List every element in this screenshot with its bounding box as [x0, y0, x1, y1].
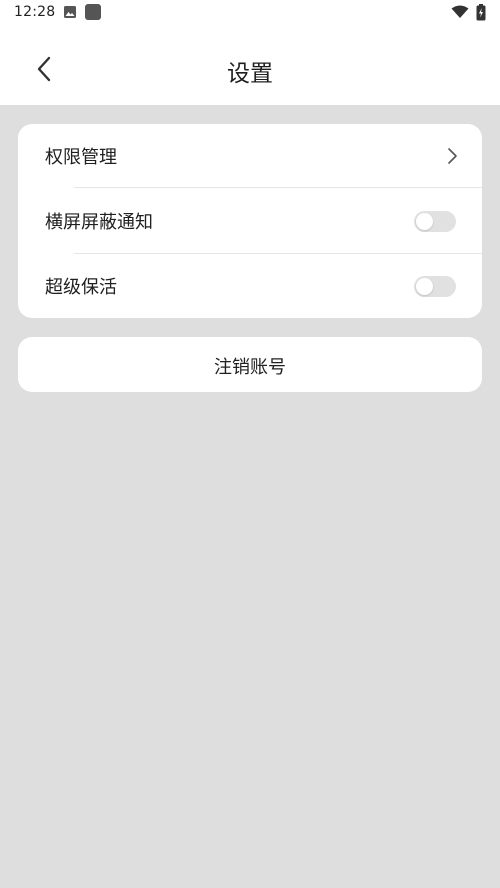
settings-item-permissions[interactable]: 权限管理	[18, 124, 482, 188]
page-title: 设置	[227, 61, 273, 87]
status-bar: 12:28	[0, 0, 500, 26]
settings-item-landscape-block-notifications: 横屏屏蔽通知	[18, 189, 482, 253]
settings-card: 权限管理 横屏屏蔽通知 超级保活	[18, 124, 482, 318]
toggle-knob	[416, 213, 433, 230]
settings-item-super-keepalive: 超级保活	[18, 254, 482, 318]
toggle-knob	[416, 278, 433, 295]
header: 设置	[0, 26, 500, 105]
settings-item-label: 超级保活	[45, 277, 117, 298]
settings-item-label: 权限管理	[45, 147, 117, 168]
battery-icon	[476, 4, 486, 21]
divider	[74, 187, 482, 188]
chevron-right-icon	[448, 148, 457, 164]
logout-label: 注销账号	[214, 357, 286, 378]
super-keepalive-toggle[interactable]	[414, 276, 456, 297]
landscape-block-notifications-toggle[interactable]	[414, 211, 456, 232]
image-icon	[64, 6, 76, 18]
logout-button[interactable]: 注销账号	[18, 337, 482, 392]
status-time: 12:28	[14, 4, 56, 20]
settings-item-label: 横屏屏蔽通知	[45, 212, 153, 233]
app-icon	[85, 4, 101, 20]
wifi-icon	[451, 5, 469, 18]
